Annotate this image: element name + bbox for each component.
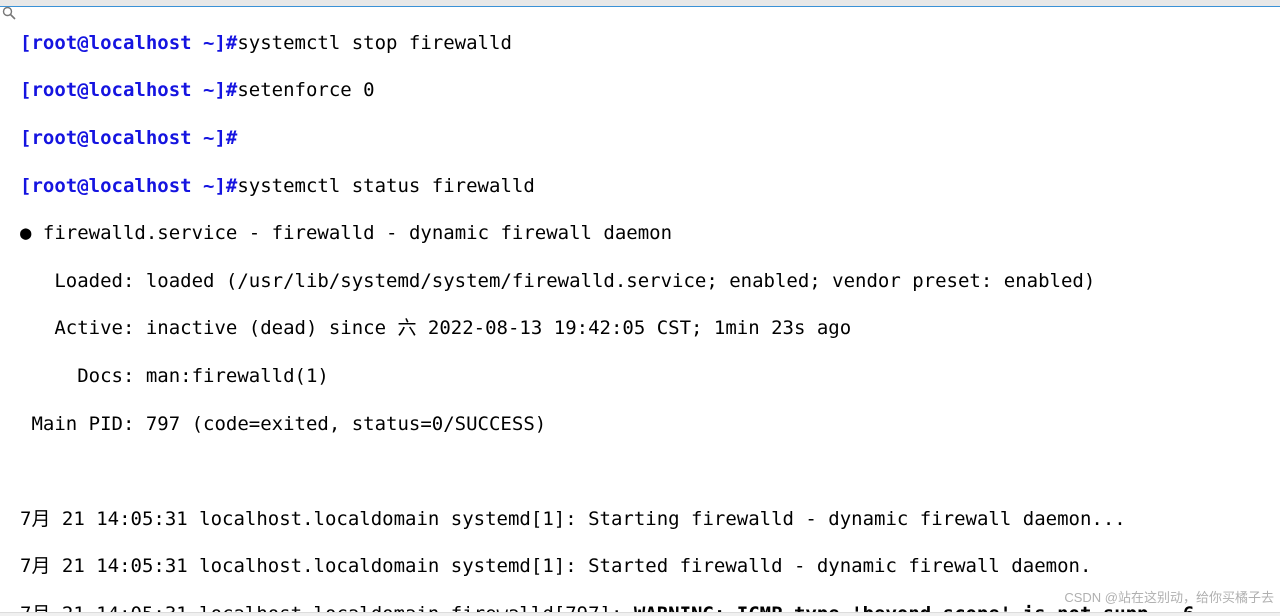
window-statusbar	[0, 612, 1280, 616]
command-text: systemctl stop firewalld	[237, 32, 512, 54]
watermark-text: CSDN @站在这别动，给你买橘子去	[1064, 586, 1274, 610]
status-bullet-icon: ●	[20, 222, 43, 244]
magnifier-icon[interactable]	[2, 6, 16, 20]
status-mainpid: Main PID: 797 (code=exited, status=0/SUC…	[20, 413, 1206, 437]
terminal-output[interactable]: [root@localhost ~]#systemctl stop firewa…	[20, 8, 1206, 616]
shell-prompt: [root@localhost ~]#	[20, 79, 237, 101]
command-text: setenforce 0	[237, 79, 374, 101]
journal-line: 7月 21 14:05:31 localhost.localdomain sys…	[20, 508, 1206, 532]
journal-line: 7月 21 14:05:31 localhost.localdomain sys…	[20, 555, 1206, 579]
service-header: firewalld.service - firewalld - dynamic …	[43, 222, 672, 244]
shell-prompt: [root@localhost ~]#	[20, 175, 237, 197]
terminal-window: [root@localhost ~]#systemctl stop firewa…	[0, 0, 1280, 616]
shell-prompt: [root@localhost ~]#	[20, 127, 237, 149]
status-active: Active: inactive (dead) since 六 2022-08-…	[20, 317, 1206, 341]
window-titlebar	[0, 0, 1280, 7]
shell-prompt: [root@localhost ~]#	[20, 32, 237, 54]
command-text: systemctl status firewalld	[237, 175, 534, 197]
status-docs: Docs: man:firewalld(1)	[20, 365, 1206, 389]
status-loaded: Loaded: loaded (/usr/lib/systemd/system/…	[20, 270, 1206, 294]
